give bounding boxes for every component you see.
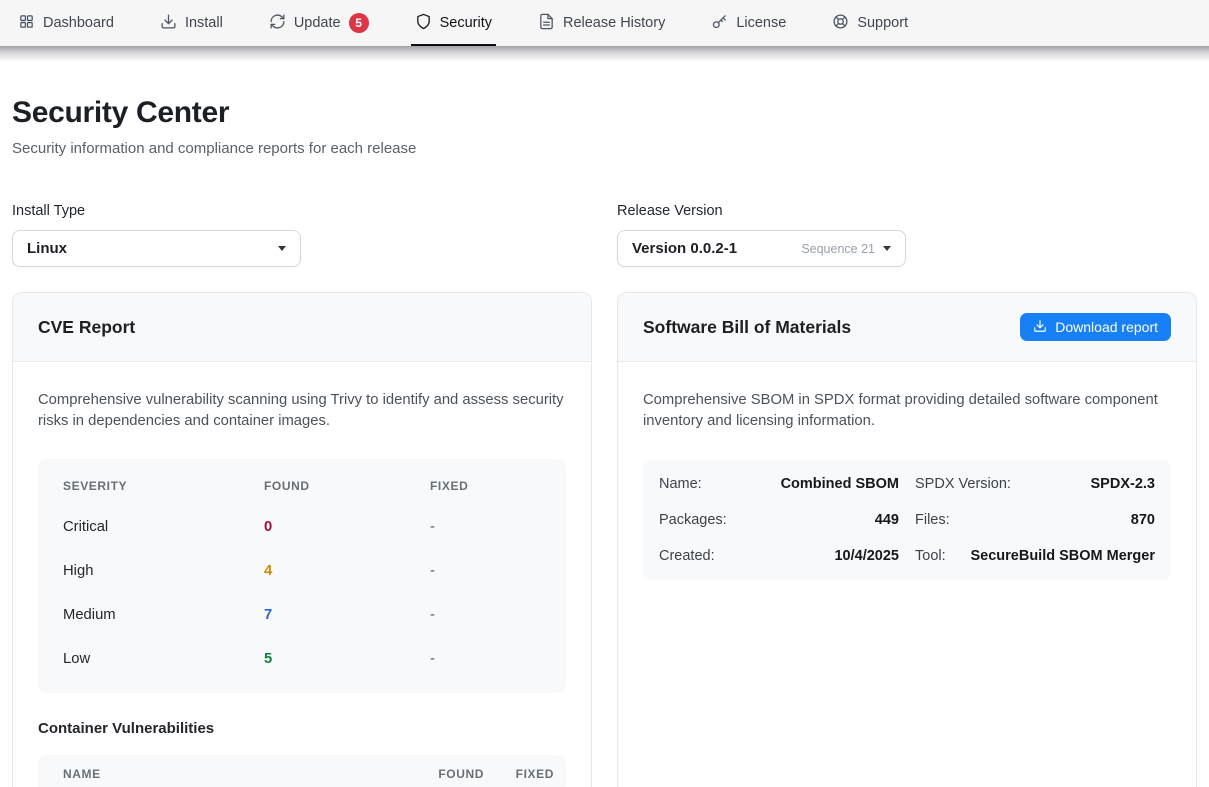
- cve-report-body: Comprehensive vulnerability scanning usi…: [13, 362, 591, 787]
- col-fixed: Fixed: [496, 767, 554, 781]
- sbom-detail-name: Name: Combined SBOM: [659, 473, 899, 495]
- detail-label: Tool:: [915, 548, 946, 564]
- fixed-count: -: [430, 563, 541, 579]
- severity-label: Low: [63, 651, 264, 667]
- nav-item-release-history[interactable]: Release History: [538, 0, 665, 46]
- detail-value: SPDX-2.3: [1091, 476, 1155, 492]
- nav-label: License: [736, 15, 786, 31]
- sbom-detail-packages: Packages: 449: [659, 509, 899, 531]
- container-vulnerabilities-title: Container Vulnerabilities: [38, 720, 566, 737]
- found-count: 0: [264, 519, 430, 535]
- sbom-detail-tool: Tool: SecureBuild SBOM Merger: [915, 545, 1155, 567]
- table-row-low: Low 5 -: [38, 637, 566, 681]
- sequence-number: Sequence 21: [801, 242, 875, 256]
- severity-table-header: Severity Found Fixed: [38, 467, 566, 505]
- life-buoy-icon: [832, 13, 849, 34]
- nav-item-security[interactable]: Security: [415, 0, 492, 46]
- release-version-value: Version 0.0.2-1: [632, 240, 801, 257]
- found-count: 4: [264, 563, 430, 579]
- detail-value: Combined SBOM: [781, 476, 899, 492]
- update-count-badge: 5: [349, 13, 369, 33]
- detail-label: SPDX Version:: [915, 476, 1011, 492]
- nav-item-update[interactable]: Update 5: [269, 0, 369, 46]
- col-fixed: Fixed: [430, 479, 541, 493]
- main-content: Security Center Security information and…: [0, 62, 1209, 787]
- severity-label: High: [63, 563, 264, 579]
- release-version-label: Release Version: [617, 203, 906, 219]
- install-type-value: Linux: [27, 240, 270, 257]
- filters-row: Install Type Linux Release Version Versi…: [12, 203, 1197, 267]
- nav-label: Release History: [563, 15, 665, 31]
- fixed-count: -: [430, 519, 541, 535]
- found-count: 7: [264, 607, 430, 623]
- chevron-down-icon: [883, 246, 891, 251]
- release-version-select[interactable]: Version 0.0.2-1 Sequence 21: [617, 230, 906, 267]
- key-icon: [711, 13, 728, 34]
- sbom-header: Software Bill of Materials Download repo…: [618, 293, 1196, 362]
- nav-item-dashboard[interactable]: Dashboard: [18, 0, 114, 46]
- nav-label: Dashboard: [43, 15, 114, 31]
- severity-label: Medium: [63, 607, 264, 623]
- severity-label: Critical: [63, 519, 264, 535]
- nav-label: Security: [440, 15, 492, 31]
- detail-label: Packages:: [659, 512, 727, 528]
- page-subtitle: Security information and compliance repo…: [12, 140, 1197, 157]
- sbom-title: Software Bill of Materials: [643, 317, 851, 338]
- shield-icon: [415, 13, 432, 34]
- page-title: Security Center: [12, 96, 1197, 130]
- fixed-count: -: [430, 607, 541, 623]
- nav-label: Support: [857, 15, 908, 31]
- download-icon: [1033, 319, 1047, 336]
- nav-label: Install: [185, 15, 223, 31]
- install-type-label: Install Type: [12, 203, 301, 219]
- dashboard-grid-icon: [18, 13, 35, 34]
- detail-label: Name:: [659, 476, 702, 492]
- table-row-critical: Critical 0 -: [38, 505, 566, 549]
- detail-value: 10/4/2025: [834, 548, 899, 564]
- install-type-filter: Install Type Linux: [12, 203, 301, 267]
- sbom-detail-spdx-version: SPDX Version: SPDX-2.3: [915, 473, 1155, 495]
- sbom-details-grid: Name: Combined SBOM SPDX Version: SPDX-2…: [643, 460, 1171, 580]
- col-found: Found: [414, 767, 484, 781]
- detail-value: SecureBuild SBOM Merger: [970, 548, 1155, 564]
- cve-report-description: Comprehensive vulnerability scanning usi…: [38, 390, 566, 433]
- download-report-label: Download report: [1055, 319, 1158, 335]
- found-count: 5: [264, 651, 430, 667]
- cards-row: CVE Report Comprehensive vulnerability s…: [12, 292, 1197, 787]
- cve-report-card: CVE Report Comprehensive vulnerability s…: [12, 292, 592, 787]
- container-vulnerabilities-header: Name Found Fixed: [38, 755, 566, 787]
- sbom-body: Comprehensive SBOM in SPDX format provid…: [618, 362, 1196, 580]
- table-row-medium: Medium 7 -: [38, 593, 566, 637]
- top-nav: Dashboard Install Update 5 Security Rele…: [0, 0, 1209, 46]
- install-type-select[interactable]: Linux: [12, 230, 301, 267]
- refresh-icon: [269, 13, 286, 34]
- nav-shadow-divider: [0, 46, 1209, 62]
- sbom-detail-files: Files: 870: [915, 509, 1155, 531]
- chevron-down-icon: [278, 246, 286, 251]
- col-found: Found: [264, 479, 430, 493]
- table-row-high: High 4 -: [38, 549, 566, 593]
- download-report-button[interactable]: Download report: [1020, 313, 1171, 341]
- release-version-filter: Release Version Version 0.0.2-1 Sequence…: [617, 203, 906, 267]
- col-severity: Severity: [63, 479, 264, 493]
- cve-report-header: CVE Report: [13, 293, 591, 362]
- detail-label: Files:: [915, 512, 950, 528]
- col-name: Name: [63, 767, 402, 781]
- nav-label: Update: [294, 15, 341, 31]
- sbom-description: Comprehensive SBOM in SPDX format provid…: [643, 390, 1171, 433]
- nav-item-support[interactable]: Support: [832, 0, 908, 46]
- download-icon: [160, 13, 177, 34]
- nav-item-install[interactable]: Install: [160, 0, 223, 46]
- severity-table: Severity Found Fixed Critical 0 - High 4…: [38, 459, 566, 693]
- cve-report-title: CVE Report: [38, 317, 135, 338]
- sbom-detail-created: Created: 10/4/2025: [659, 545, 899, 567]
- nav-item-license[interactable]: License: [711, 0, 786, 46]
- detail-value: 449: [875, 512, 899, 528]
- file-text-icon: [538, 13, 555, 34]
- detail-value: 870: [1131, 512, 1155, 528]
- detail-label: Created:: [659, 548, 715, 564]
- fixed-count: -: [430, 651, 541, 667]
- sbom-card: Software Bill of Materials Download repo…: [617, 292, 1197, 787]
